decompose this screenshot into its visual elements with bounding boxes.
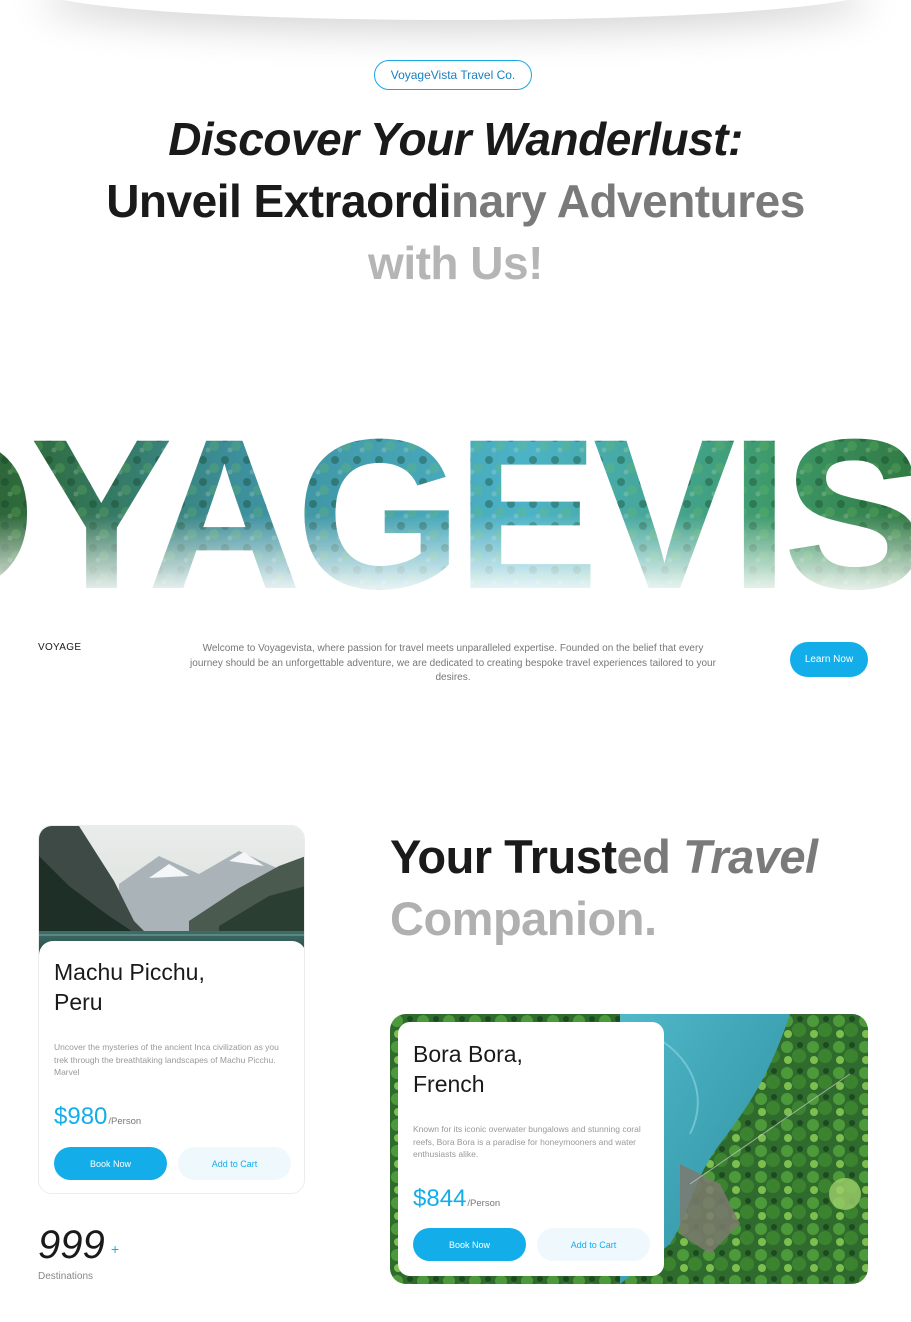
destination-card-machu-picchu: Machu Picchu, Peru Uncover the mysteries…: [38, 825, 305, 1194]
section-title-line-2: Companion.: [390, 892, 657, 945]
section-title-mid: ed: [616, 830, 683, 883]
hero-line-2-mid: nary Adventures: [450, 175, 805, 227]
section-title: Your Trusted Travel Companion.: [390, 826, 890, 950]
hero-line-3: with Us!: [368, 237, 543, 289]
voyagevista-word-texture: VOYAGEVISTA: [0, 410, 911, 600]
stat-number: 999: [38, 1223, 105, 1267]
destination-title-line-1: Machu Picchu,: [54, 959, 205, 985]
destination-title-line-2: French: [413, 1071, 485, 1097]
hero-line-2-dark: Unveil Extraordi: [106, 175, 451, 227]
destination-description: Known for its iconic overwater bungalows…: [413, 1124, 641, 1159]
intro-label: VOYAGE: [38, 642, 82, 653]
book-now-button[interactable]: Book Now: [54, 1147, 167, 1180]
hero-line-2: Unveil Extraordinary Adventures: [0, 170, 911, 232]
section-title-italic: Travel: [682, 830, 818, 883]
book-now-button[interactable]: Book Now: [413, 1228, 526, 1261]
price: $844: [413, 1184, 467, 1212]
learn-now-button[interactable]: Learn Now: [790, 642, 868, 677]
card-body: Bora Bora, French Known for its iconic o…: [398, 1022, 664, 1276]
section-title-line-1: Your Trusted Travel: [390, 830, 818, 883]
destination-title: Bora Bora, French: [413, 1039, 649, 1099]
destination-card-bora-bora: Bora Bora, French Known for its iconic o…: [390, 1014, 868, 1284]
brand-pill: VoyageVista Travel Co.: [374, 60, 532, 90]
voyagevista-image-text: VOYAGEVISTA VOYAGEVISTA: [0, 410, 911, 600]
hero-title: Discover Your Wanderlust: Unveil Extraor…: [0, 108, 911, 294]
add-to-cart-button[interactable]: Add to Cart: [537, 1228, 650, 1261]
section-title-dark: Your Trust: [390, 830, 617, 883]
stat-plus: +: [111, 1241, 120, 1257]
card-actions: Book Now Add to Cart: [54, 1147, 291, 1180]
destination-description: Uncover the mysteries of the ancient Inc…: [54, 1042, 279, 1077]
card-actions: Book Now Add to Cart: [413, 1228, 650, 1261]
top-nav-shadow: [40, 0, 871, 20]
destination-title-line-1: Bora Bora,: [413, 1041, 523, 1067]
destination-title-line-2: Peru: [54, 989, 103, 1015]
price-row: $844 /Person: [413, 1185, 649, 1213]
add-to-cart-button[interactable]: Add to Cart: [178, 1147, 291, 1180]
hero-line-1: Discover Your Wanderlust:: [168, 113, 743, 165]
stat-label: Destinations: [38, 1271, 94, 1282]
card-body: Machu Picchu, Peru Uncover the mysteries…: [39, 941, 304, 1193]
price: $980: [54, 1102, 108, 1130]
destination-title: Machu Picchu, Peru: [54, 957, 291, 1017]
price-row: $980 /Person: [54, 1103, 291, 1131]
price-unit: /Person: [467, 1197, 501, 1209]
intro-text: Welcome to Voyagevista, where passion fo…: [190, 643, 716, 683]
price-unit: /Person: [108, 1115, 142, 1127]
